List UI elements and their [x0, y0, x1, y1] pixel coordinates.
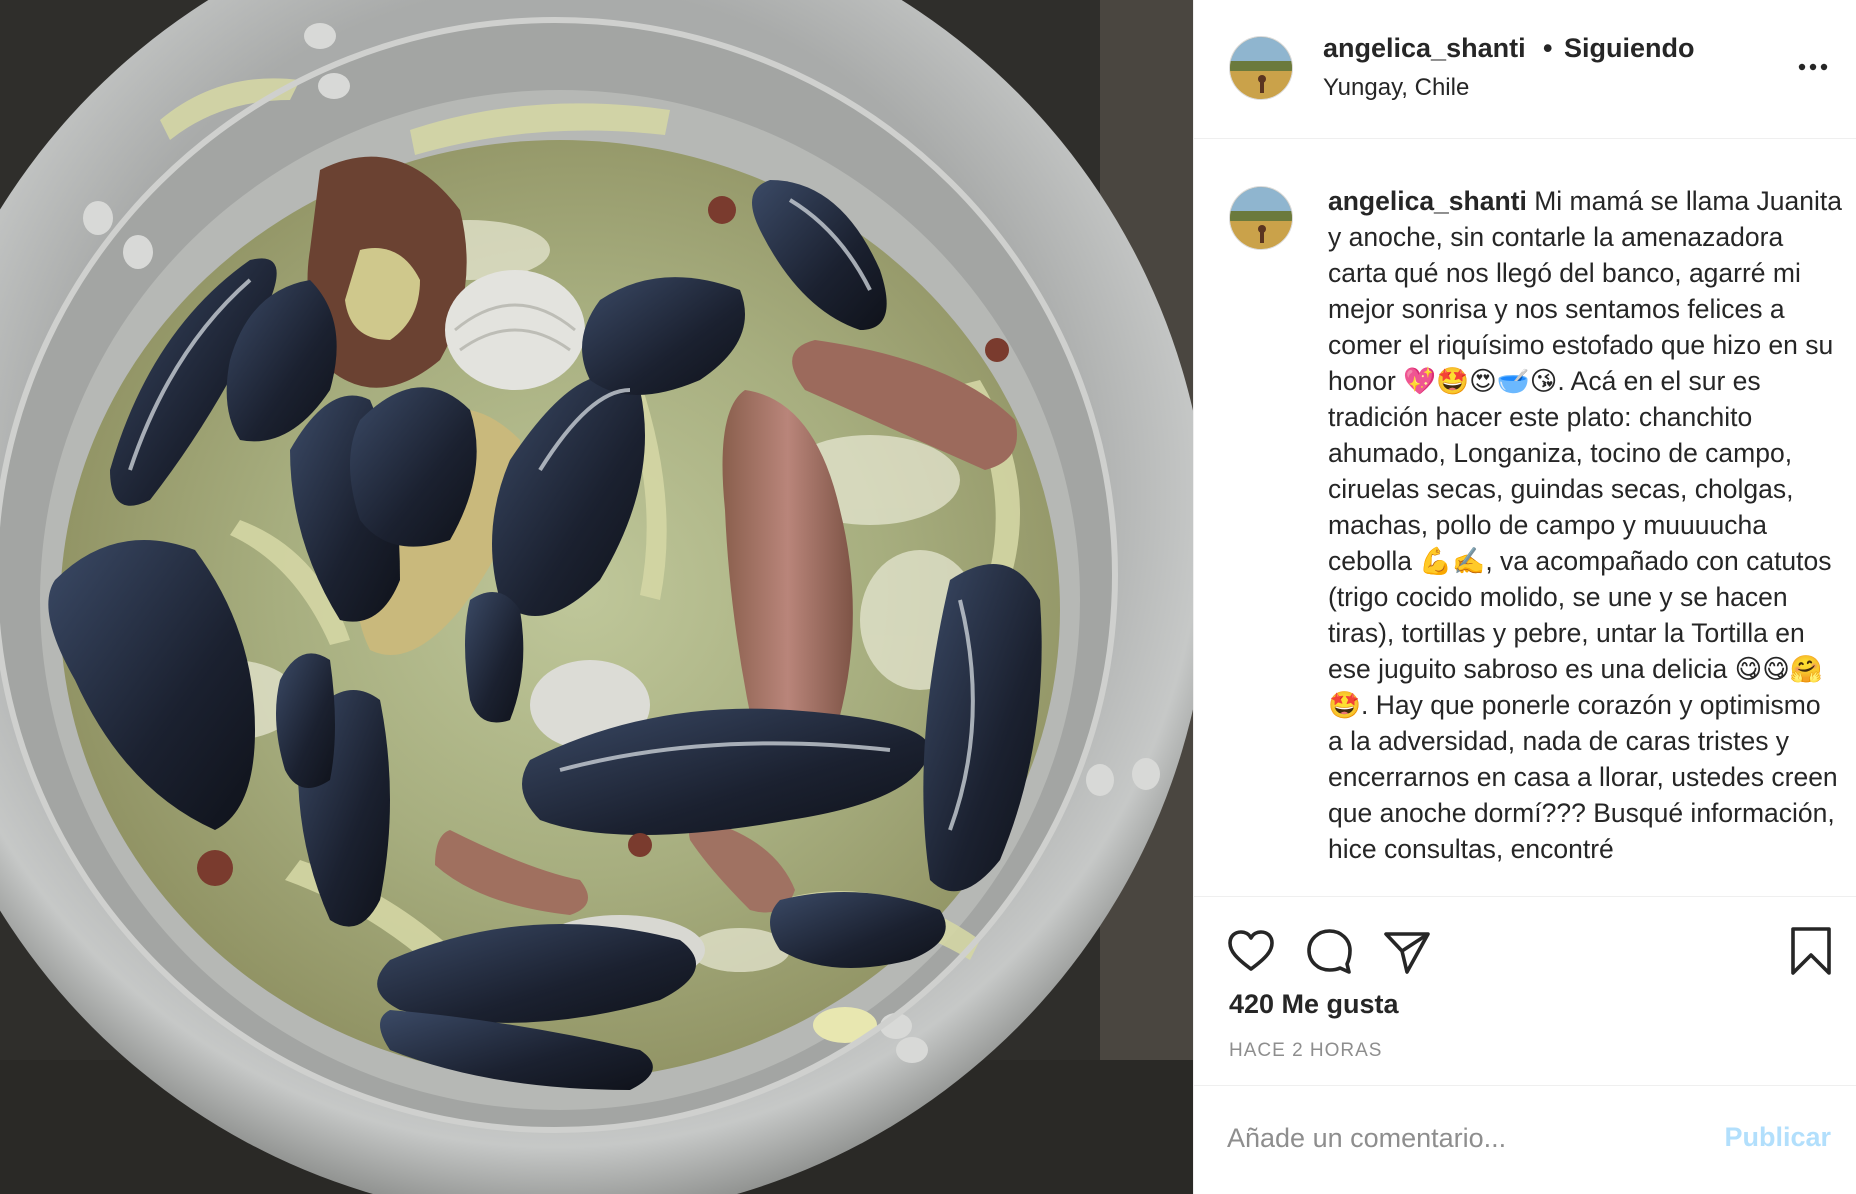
- post-caption: angelica_shanti Mi mamá se llama Juanita…: [1328, 183, 1842, 867]
- comment-icon[interactable]: [1302, 924, 1356, 978]
- likes-count[interactable]: 420 Me gusta: [1229, 989, 1399, 1020]
- avatar[interactable]: [1229, 186, 1293, 250]
- comment-input[interactable]: [1227, 1110, 1707, 1166]
- post-author-username[interactable]: angelica_shanti: [1323, 33, 1526, 64]
- caption-area: angelica_shanti Mi mamá se llama Juanita…: [1194, 140, 1856, 896]
- comment-bar: Publicar: [1194, 1086, 1856, 1194]
- more-options-icon[interactable]: [1798, 60, 1828, 74]
- post-location[interactable]: Yungay, Chile: [1323, 74, 1469, 102]
- following-button[interactable]: Siguiendo: [1564, 33, 1695, 64]
- caption-username[interactable]: angelica_shanti: [1328, 186, 1527, 216]
- post-side-panel: angelica_shanti • Siguiendo Yungay, Chil…: [1193, 0, 1856, 1194]
- heart-icon[interactable]: [1224, 924, 1278, 978]
- bookmark-icon[interactable]: [1784, 924, 1838, 978]
- caption-text: Mi mamá se llama Juanita y anoche, sin c…: [1328, 186, 1842, 864]
- send-icon[interactable]: [1380, 924, 1434, 978]
- post-header: angelica_shanti • Siguiendo Yungay, Chil…: [1194, 0, 1856, 139]
- publish-button[interactable]: Publicar: [1719, 1122, 1831, 1153]
- post-timestamp[interactable]: HACE 2 HORAS: [1229, 1040, 1382, 1062]
- post-photo[interactable]: [0, 0, 1193, 1194]
- post-actions: 420 Me gusta HACE 2 HORAS: [1194, 896, 1856, 1086]
- separator-dot: •: [1543, 33, 1553, 63]
- avatar[interactable]: [1229, 36, 1293, 100]
